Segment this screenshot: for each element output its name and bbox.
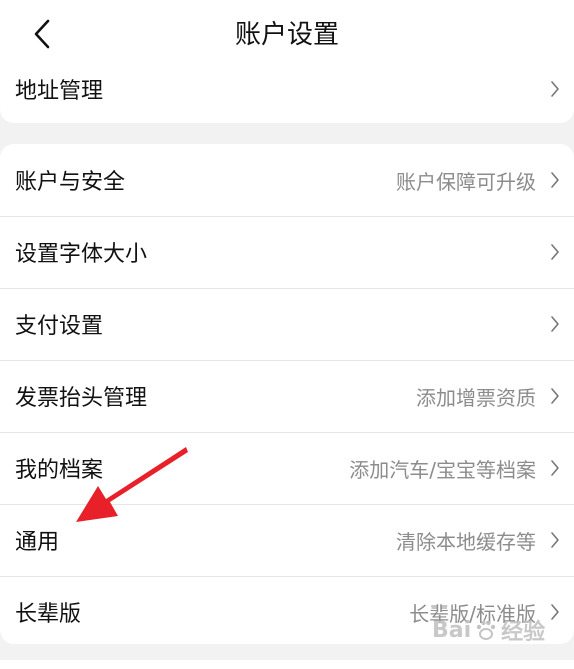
settings-row-general[interactable]: 通用 清除本地缓存等 (0, 504, 574, 576)
row-value: 添加增票资质 (416, 385, 536, 410)
chevron-left-icon (34, 19, 50, 49)
settings-row-my-profile[interactable]: 我的档案 添加汽车/宝宝等档案 (0, 432, 574, 504)
address-card: 地址管理 (0, 55, 574, 123)
settings-row-font-size[interactable]: 设置字体大小 (0, 216, 574, 288)
chevron-right-icon (551, 604, 559, 620)
row-label: 发票抬头管理 (15, 386, 148, 411)
settings-row-payment[interactable]: 支付设置 (0, 288, 574, 360)
back-button[interactable] (22, 14, 62, 54)
bottom-card-edge (0, 660, 574, 669)
settings-row-invoice-title[interactable]: 发票抬头管理 添加增票资质 (0, 360, 574, 432)
row-label: 地址管理 (15, 79, 104, 104)
chevron-right-icon (551, 172, 559, 188)
chevron-right-icon (551, 388, 559, 404)
row-label: 支付设置 (15, 314, 104, 339)
row-label: 我的档案 (15, 458, 104, 483)
chevron-right-icon (551, 460, 559, 476)
row-value: 添加汽车/宝宝等档案 (349, 457, 536, 482)
settings-row-address[interactable]: 地址管理 (0, 55, 574, 123)
settings-row-elder-mode[interactable]: 长辈版 长辈版/标准版 (0, 576, 574, 648)
row-value: 清除本地缓存等 (396, 529, 536, 554)
chevron-right-icon (551, 532, 559, 548)
row-label: 通用 (15, 530, 60, 555)
row-value: 长辈版/标准版 (409, 601, 536, 626)
chevron-right-icon (551, 244, 559, 260)
chevron-right-icon (551, 81, 559, 97)
settings-row-account-security[interactable]: 账户与安全 账户保障可升级 (0, 144, 574, 216)
row-label: 账户与安全 (15, 170, 126, 195)
settings-card: 账户与安全 账户保障可升级 设置字体大小 支付设置 发票抬头管理 添加增票资质 … (0, 144, 574, 644)
chevron-right-icon (551, 316, 559, 332)
row-label: 设置字体大小 (15, 242, 148, 267)
row-value: 账户保障可升级 (396, 169, 536, 194)
row-label: 长辈版 (15, 602, 82, 627)
